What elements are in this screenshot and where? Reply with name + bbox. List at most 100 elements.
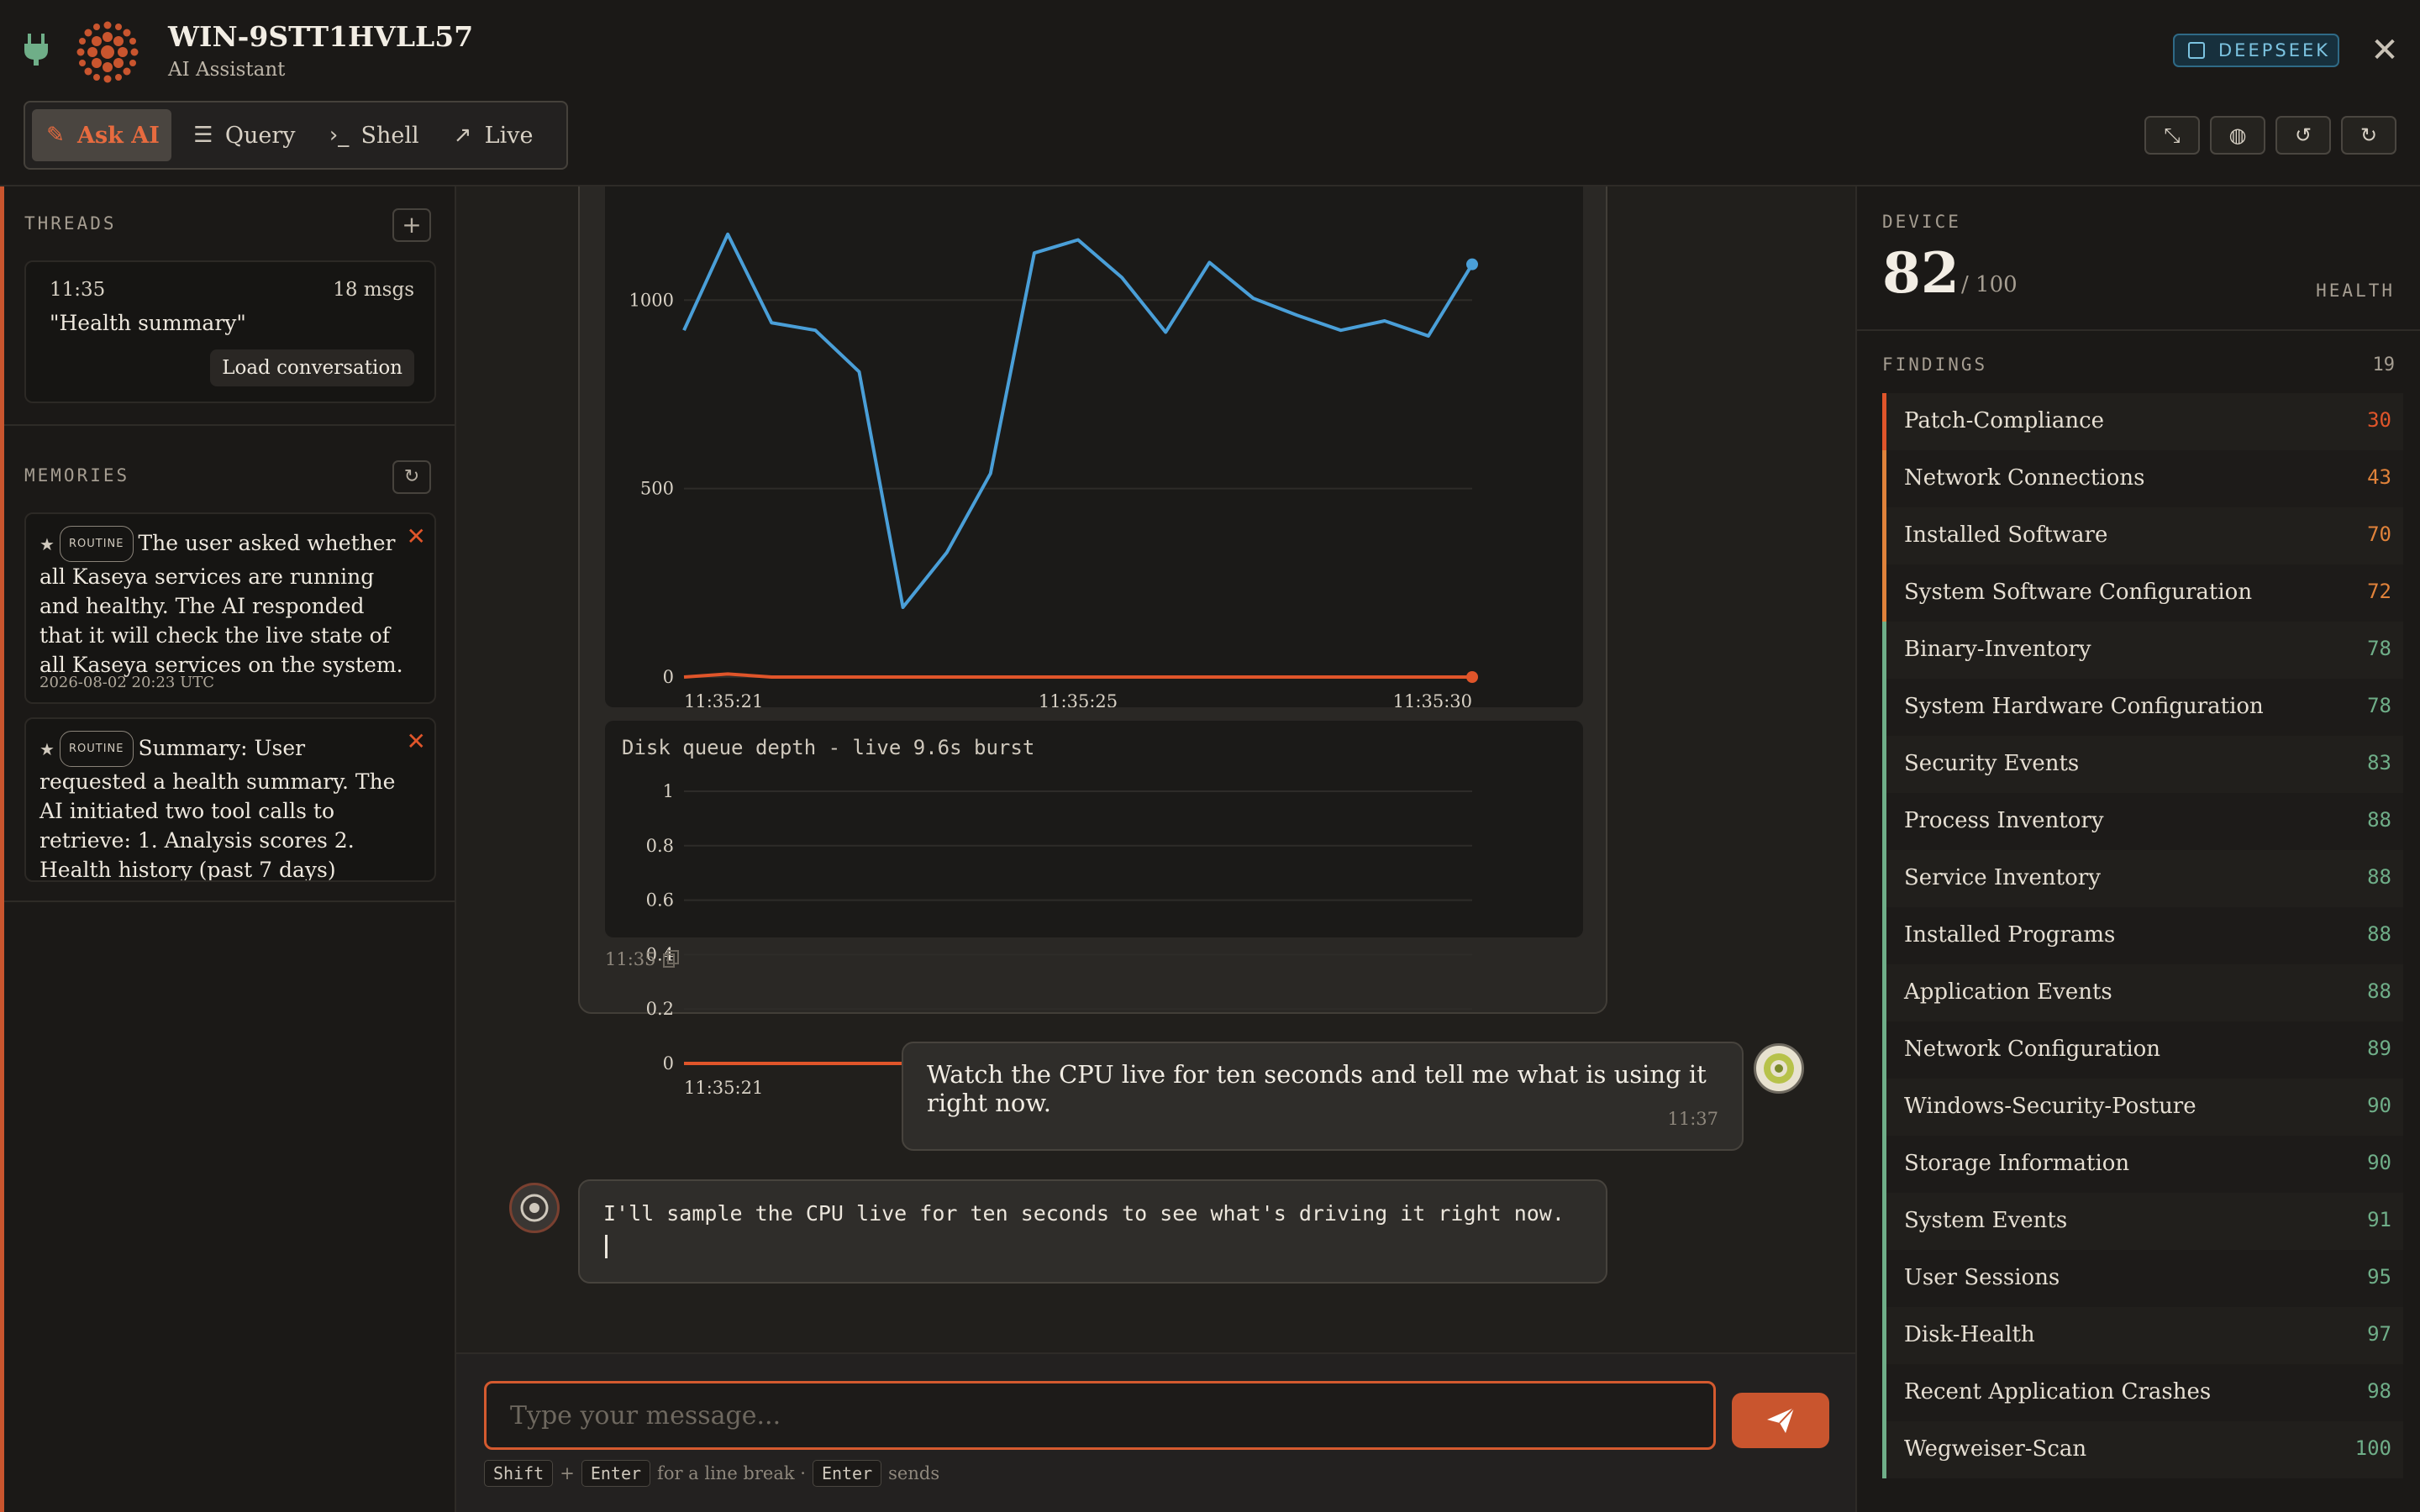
divider bbox=[4, 424, 455, 426]
compress-button[interactable]: ⤡ bbox=[2144, 116, 2200, 155]
finding-name: Recent Application Crashes bbox=[1904, 1379, 2212, 1404]
finding-item[interactable]: Storage Information 90 bbox=[1882, 1136, 2403, 1193]
finding-item[interactable]: Security Events 83 bbox=[1882, 736, 2403, 793]
mode-tabs: ✎ Ask AI ☰ Query ›_ Shell ↗ Live bbox=[24, 101, 568, 170]
x-tick-label: 11:35:25 bbox=[1039, 691, 1118, 707]
user-message-text: Watch the CPU live for ten seconds and t… bbox=[927, 1060, 1707, 1117]
severity-bar bbox=[1882, 622, 1886, 679]
severity-bar bbox=[1882, 793, 1886, 850]
chart-line-icon: ↗ bbox=[453, 123, 472, 148]
finding-item[interactable]: System Hardware Configuration 78 bbox=[1882, 679, 2403, 736]
delete-memory-button[interactable]: ✕ bbox=[407, 522, 426, 550]
finding-item[interactable]: Network Connections 43 bbox=[1882, 450, 2403, 507]
finding-name: Service Inventory bbox=[1904, 865, 2101, 890]
history-icon: ↺ bbox=[2294, 123, 2312, 147]
findings-label: FINDINGS bbox=[1882, 354, 1988, 375]
send-button[interactable] bbox=[1732, 1393, 1829, 1448]
thread-title: "Health summary" bbox=[50, 311, 246, 335]
tab-live[interactable]: ↗ Live bbox=[439, 109, 545, 161]
refresh-memories-button[interactable]: ↻ bbox=[392, 460, 431, 494]
finding-name: Storage Information bbox=[1904, 1151, 2130, 1176]
header: WIN-9STT1HVLL57 AI Assistant DEEPSEEK ✕ … bbox=[0, 0, 2420, 186]
finding-item[interactable]: Installed Programs 88 bbox=[1882, 907, 2403, 964]
y-tick-label: 1 bbox=[663, 781, 674, 801]
finding-item[interactable]: Binary-Inventory 78 bbox=[1882, 622, 2403, 679]
brain-button[interactable]: ◍ bbox=[2210, 116, 2265, 155]
finding-item[interactable]: User Sessions 95 bbox=[1882, 1250, 2403, 1307]
finding-item[interactable]: Patch-Compliance 30 bbox=[1882, 393, 2403, 450]
severity-bar bbox=[1882, 450, 1886, 507]
finding-score: 83 bbox=[2367, 751, 2391, 774]
finding-item[interactable]: Disk-Health 97 bbox=[1882, 1307, 2403, 1364]
tab-query[interactable]: ☰ Query bbox=[180, 109, 308, 161]
finding-item[interactable]: System Events 91 bbox=[1882, 1193, 2403, 1250]
finding-name: Installed Programs bbox=[1904, 922, 2116, 948]
memory-date: 2026-08-02 20:23 UTC bbox=[39, 674, 215, 691]
chart-panel: 0 500 1000 11:35:21 11:35:25 11:35:30 bbox=[605, 186, 1583, 707]
tab-label: Query bbox=[224, 122, 296, 149]
finding-score: 88 bbox=[2367, 865, 2391, 889]
model-badge[interactable]: DEEPSEEK bbox=[2173, 34, 2339, 67]
finding-score: 88 bbox=[2367, 922, 2391, 946]
memory-card: ★ ROUTINE The user asked whether all Kasey… bbox=[24, 512, 436, 704]
thread-message-count: 18 msgs bbox=[333, 279, 414, 301]
finding-item[interactable]: Wegweiser-Scan 100 bbox=[1882, 1421, 2403, 1478]
assistant-chart-message: 0 500 1000 11:35:21 11:35:25 11:35:30 Disk qu… bbox=[578, 186, 1607, 1098]
refresh-button[interactable]: ↻ bbox=[2341, 116, 2396, 155]
finding-item[interactable]: System Software Configuration 72 bbox=[1882, 564, 2403, 622]
severity-bar bbox=[1882, 736, 1886, 793]
finding-name: Windows-Security-Posture bbox=[1904, 1094, 2196, 1119]
hint-text: sends bbox=[888, 1463, 940, 1483]
terminal-icon: ›_ bbox=[329, 123, 350, 148]
severity-bar bbox=[1882, 1307, 1886, 1364]
finding-name: Patch-Compliance bbox=[1904, 408, 2105, 433]
chip-icon bbox=[2188, 42, 2205, 59]
severity-bar bbox=[1882, 1021, 1886, 1079]
close-button[interactable]: ✕ bbox=[2368, 34, 2402, 67]
severity-bar bbox=[1882, 1136, 1886, 1193]
finding-item[interactable]: Application Events 88 bbox=[1882, 964, 2403, 1021]
finding-score: 90 bbox=[2367, 1151, 2391, 1174]
tab-ask-ai[interactable]: ✎ Ask AI bbox=[32, 109, 171, 161]
y-tick-label: 0.8 bbox=[646, 836, 674, 856]
threads-label: THREADS bbox=[24, 213, 117, 234]
chat-area[interactable]: 0 500 1000 11:35:21 11:35:25 11:35:30 Disk qu… bbox=[456, 186, 1855, 1352]
finding-name: System Hardware Configuration bbox=[1904, 694, 2264, 719]
severity-bar bbox=[1882, 679, 1886, 736]
assistant-message-text: I'll sample the CPU live for ten seconds… bbox=[603, 1201, 1565, 1226]
finding-item[interactable]: Service Inventory 88 bbox=[1882, 850, 2403, 907]
finding-score: 78 bbox=[2367, 694, 2391, 717]
input-bar: Shift + Enter for a line break · Enter s… bbox=[456, 1352, 1855, 1512]
enter-key: Enter bbox=[581, 1460, 651, 1487]
finding-item[interactable]: Windows-Security-Posture 90 bbox=[1882, 1079, 2403, 1136]
finding-item[interactable]: Network Configuration 89 bbox=[1882, 1021, 2403, 1079]
x-tick-label: 11:35:21 bbox=[684, 1078, 763, 1098]
x-tick-label: 11:35:21 bbox=[684, 691, 763, 707]
history-button[interactable]: ↺ bbox=[2275, 116, 2331, 155]
finding-score: 72 bbox=[2367, 580, 2391, 603]
divider bbox=[4, 900, 455, 902]
user-avatar bbox=[1754, 1043, 1804, 1094]
delete-memory-button[interactable]: ✕ bbox=[407, 727, 426, 755]
left-sidebar: THREADS + 11:35 18 msgs "Health summary"… bbox=[4, 186, 456, 1512]
health-score: 82 bbox=[1882, 240, 1960, 306]
copy-icon[interactable] bbox=[662, 949, 681, 969]
finding-score: 70 bbox=[2367, 522, 2391, 546]
load-conversation-button[interactable]: Load conversation bbox=[210, 349, 414, 386]
tab-shell[interactable]: ›_ Shell bbox=[316, 109, 431, 161]
finding-item[interactable]: Installed Software 70 bbox=[1882, 507, 2403, 564]
finding-item[interactable]: Process Inventory 88 bbox=[1882, 793, 2403, 850]
finding-name: System Software Configuration bbox=[1904, 580, 2253, 605]
thread-card[interactable]: 11:35 18 msgs "Health summary" Load conv… bbox=[24, 260, 436, 403]
severity-bar bbox=[1882, 850, 1886, 907]
finding-name: Network Connections bbox=[1904, 465, 2145, 491]
finding-item[interactable]: Recent Application Crashes 98 bbox=[1882, 1364, 2403, 1421]
severity-bar bbox=[1882, 907, 1886, 964]
tab-label: Shell bbox=[360, 122, 419, 149]
message-input[interactable] bbox=[484, 1381, 1716, 1450]
severity-bar bbox=[1882, 393, 1886, 450]
new-thread-button[interactable]: + bbox=[392, 208, 431, 242]
message-time: 11:35 bbox=[605, 949, 656, 969]
brain-icon: ◍ bbox=[2228, 123, 2247, 147]
model-badge-label: DEEPSEEK bbox=[2218, 40, 2331, 60]
